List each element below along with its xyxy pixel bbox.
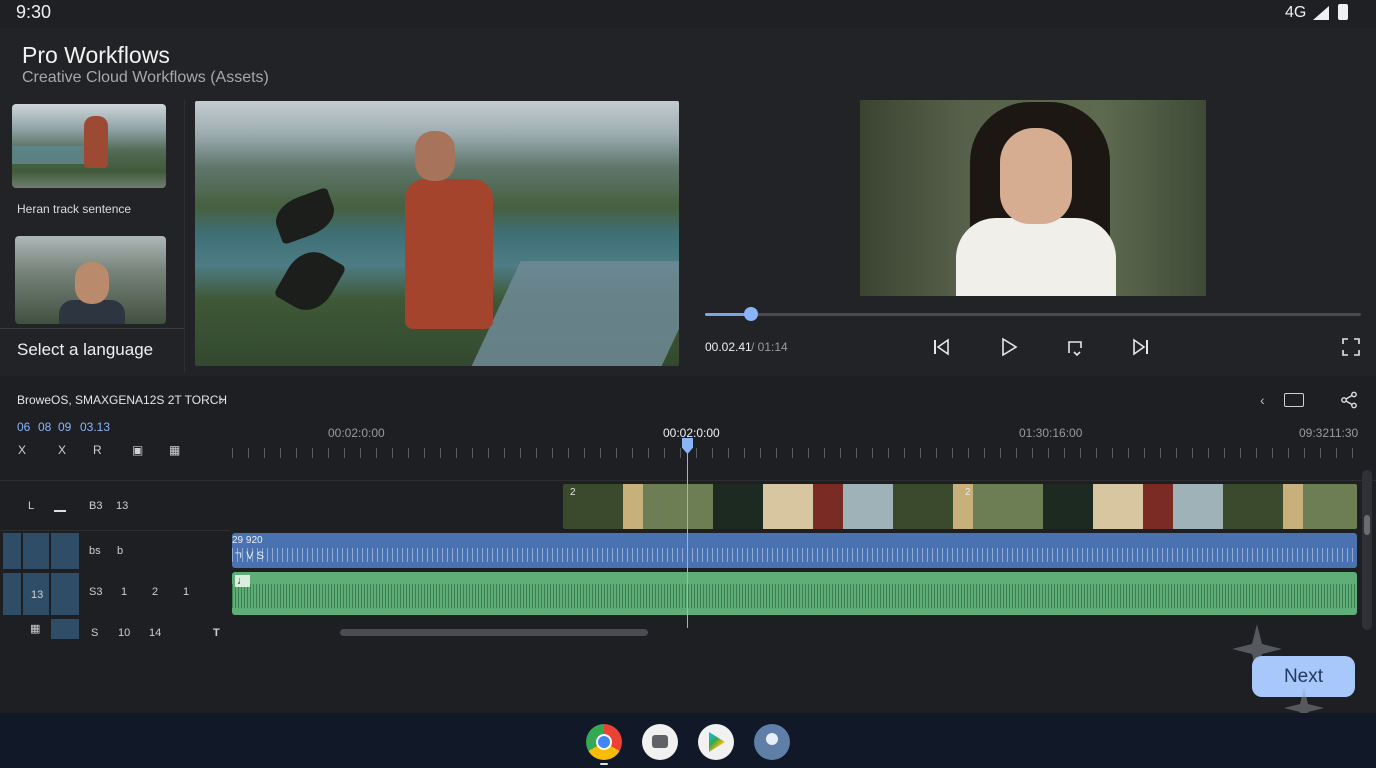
- status-bar: [0, 0, 1376, 28]
- seek-bar[interactable]: [705, 313, 1361, 316]
- network-indicator: 4G: [1285, 4, 1307, 21]
- clip-label: 29 920: [232, 535, 263, 546]
- track-label: b: [117, 545, 124, 557]
- main-preview-image[interactable]: [195, 101, 679, 366]
- ruler-label: 00:02:0:00: [328, 426, 385, 440]
- grid-tool-icon[interactable]: ▣: [132, 443, 143, 457]
- track-label: 1: [121, 586, 128, 598]
- minus-icon[interactable]: [54, 510, 66, 512]
- track-solo-toggle[interactable]: [51, 619, 79, 639]
- audio-waveform: [232, 548, 1357, 562]
- horizontal-scrollbar[interactable]: [340, 629, 648, 636]
- video-clip[interactable]: [563, 484, 1357, 529]
- asset-thumbnail-1[interactable]: [12, 104, 166, 188]
- clip-label: 2: [965, 487, 971, 498]
- track-lock-toggle[interactable]: [3, 533, 21, 569]
- loop-icon[interactable]: [1064, 336, 1086, 358]
- signal-icon: [1313, 6, 1329, 20]
- timecode-part: 06: [17, 420, 31, 434]
- battery-icon: [1338, 4, 1348, 20]
- calendar-tool-icon[interactable]: ▦: [169, 443, 180, 457]
- track-lock-toggle[interactable]: [3, 573, 21, 615]
- skip-previous-icon[interactable]: [930, 336, 952, 358]
- track-label: 10: [118, 627, 131, 639]
- text-tool-icon[interactable]: T: [213, 627, 220, 639]
- track-label: S3: [89, 586, 103, 598]
- ruler-label: 09:3211:30: [1299, 426, 1359, 440]
- track-label: L: [28, 500, 35, 512]
- grid-icon[interactable]: ▦: [30, 622, 40, 635]
- vertical-scrollbar-thumb[interactable]: [1364, 515, 1370, 535]
- divider: [0, 328, 185, 329]
- track-mute-toggle[interactable]: [23, 533, 49, 569]
- player-video[interactable]: [860, 100, 1206, 296]
- chevron-left-icon[interactable]: ‹: [1260, 392, 1265, 408]
- taskbar: [0, 713, 1376, 768]
- timecode-part: 03.13: [80, 420, 111, 434]
- chrome-icon[interactable]: [586, 724, 622, 760]
- track-label: 1: [183, 586, 190, 598]
- page-title: Pro Workflows: [22, 42, 170, 68]
- asset-thumbnail-2[interactable]: [15, 236, 166, 324]
- time-ruler[interactable]: [232, 448, 1357, 458]
- track-label: S: [91, 627, 99, 639]
- track-solo-toggle[interactable]: [51, 573, 79, 615]
- timecode-part: 09: [58, 420, 72, 434]
- skip-next-icon[interactable]: [1130, 336, 1152, 358]
- seek-handle[interactable]: [744, 307, 758, 321]
- chevron-right-icon[interactable]: ›: [220, 392, 224, 407]
- track-label: bs: [89, 545, 101, 557]
- ruler-label-playhead: 00:02:0:00: [663, 426, 720, 440]
- track-solo-toggle[interactable]: [51, 533, 79, 569]
- play-icon[interactable]: [998, 336, 1020, 358]
- language-select[interactable]: Select a language: [17, 340, 153, 360]
- timecode-part: 08: [38, 420, 52, 434]
- running-indicator: [600, 763, 608, 765]
- share-icon[interactable]: [1340, 391, 1358, 409]
- ripple-tool-icon[interactable]: X: [58, 443, 66, 457]
- track-label: 13: [116, 500, 129, 512]
- column-divider: [184, 100, 185, 372]
- camera-icon[interactable]: [642, 724, 678, 760]
- track-label: 14: [149, 627, 162, 639]
- breadcrumb[interactable]: BroweOS, SMAXGENA12S 2T TORCH: [17, 393, 227, 407]
- current-time: 00.02.41: [705, 340, 752, 354]
- track-label: B3: [89, 500, 103, 512]
- fullscreen-icon[interactable]: [1340, 336, 1362, 358]
- marker-tool-icon[interactable]: R: [93, 443, 102, 457]
- cut-tool-icon[interactable]: X: [18, 443, 26, 457]
- playhead[interactable]: [687, 448, 688, 628]
- status-time: 9:30: [16, 2, 52, 22]
- asset-caption: Heran track sentence: [17, 202, 132, 216]
- clip-label: 2: [570, 487, 576, 498]
- vertical-scrollbar[interactable]: [1362, 470, 1372, 630]
- music-note-icon: ♩: [235, 575, 250, 587]
- track-number: 13: [31, 589, 44, 601]
- track-divider: [0, 530, 230, 531]
- play-store-icon[interactable]: [698, 724, 734, 760]
- track-divider: [0, 480, 1376, 481]
- contacts-icon[interactable]: [754, 724, 790, 760]
- clip-badges: ㄱ V S: [233, 550, 264, 562]
- page-subtitle: Creative Cloud Workflows (Assets): [22, 69, 269, 86]
- audio-waveform: [232, 584, 1357, 608]
- captions-icon[interactable]: [1284, 393, 1304, 407]
- ruler-label: 01:30:16:00: [1019, 426, 1083, 440]
- total-time: / 01:14: [751, 340, 788, 354]
- track-label: 2: [152, 586, 159, 598]
